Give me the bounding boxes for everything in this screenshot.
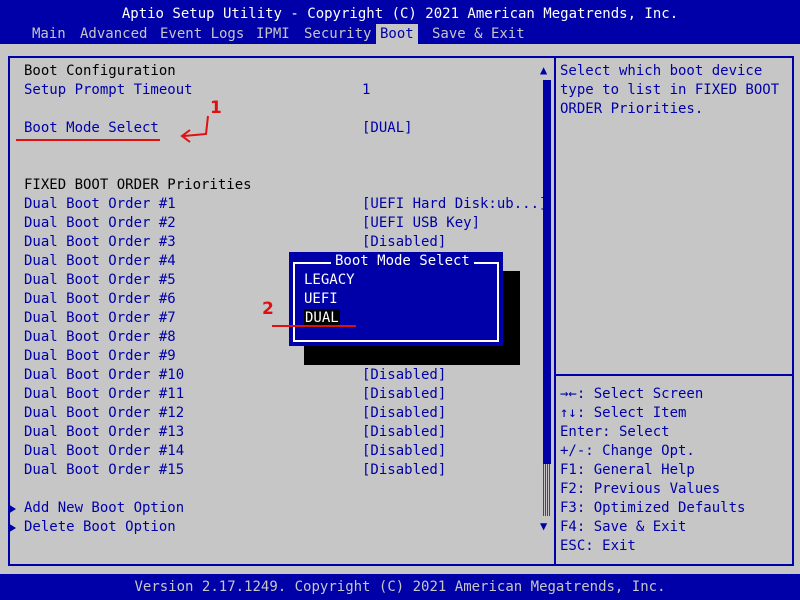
submenu-arrow-icon [8, 504, 16, 514]
tab-ipmi[interactable]: IPMI [252, 24, 294, 44]
dual-boot-order-10-label[interactable]: Dual Boot Order #10 [24, 366, 184, 385]
annotation-underline-2 [272, 325, 356, 327]
option-legacy[interactable]: LEGACY [304, 271, 355, 290]
key-help-enter: Enter: Select [560, 424, 670, 440]
version-footer: Version 2.17.1249. Copyright (C) 2021 Am… [0, 574, 800, 600]
key-help-previous-values: F2: Previous Values [560, 481, 721, 497]
app-title: Aptio Setup Utility - Copyright (C) 2021… [121, 6, 679, 22]
dual-boot-order-12-label[interactable]: Dual Boot Order #12 [24, 404, 184, 423]
tab-boot[interactable]: Boot [376, 24, 418, 44]
dual-boot-order-13-value[interactable]: [Disabled] [362, 423, 446, 442]
key-help-save-exit: F4: Save & Exit [560, 519, 687, 535]
dual-boot-order-14-value[interactable]: [Disabled] [362, 442, 446, 461]
item-help-text: Select which boot device type to list in… [560, 63, 780, 117]
dual-boot-order-12-value[interactable]: [Disabled] [362, 404, 446, 423]
help-divider [556, 374, 792, 376]
key-help-esc: ESC: Exit [560, 538, 636, 554]
dual-boot-order-4-label[interactable]: Dual Boot Order #4 [24, 252, 176, 271]
boot-mode-select-label[interactable]: Boot Mode Select [24, 119, 159, 138]
tab-main[interactable]: Main [28, 24, 70, 44]
dual-boot-order-7-label[interactable]: Dual Boot Order #7 [24, 309, 176, 328]
dual-boot-order-10-value[interactable]: [Disabled] [362, 366, 446, 385]
dual-boot-order-2-label[interactable]: Dual Boot Order #2 [24, 214, 176, 233]
tab-event-logs[interactable]: Event Logs [156, 24, 248, 44]
key-help-select-item: ↑↓: Select Item [560, 405, 687, 421]
tab-advanced[interactable]: Advanced [76, 24, 151, 44]
dual-boot-order-14-label[interactable]: Dual Boot Order #14 [24, 442, 184, 461]
dual-boot-order-13-label[interactable]: Dual Boot Order #13 [24, 423, 184, 442]
dual-boot-order-5-label[interactable]: Dual Boot Order #5 [24, 271, 176, 290]
menu-bar: Main Advanced Event Logs IPMI Security B… [0, 24, 800, 44]
scrollbar-track[interactable] [543, 464, 551, 516]
dual-boot-order-15-label[interactable]: Dual Boot Order #15 [24, 461, 184, 480]
dual-boot-order-11-label[interactable]: Dual Boot Order #11 [24, 385, 184, 404]
dual-boot-order-11-value[interactable]: [Disabled] [362, 385, 446, 404]
key-help-list: →←: Select Screen ↑↓: Select Item Enter:… [560, 385, 792, 556]
dual-boot-order-1-label[interactable]: Dual Boot Order #1 [24, 195, 176, 214]
dual-boot-order-6-label[interactable]: Dual Boot Order #6 [24, 290, 176, 309]
annotation-arrow-icon [180, 115, 209, 143]
boot-mode-select-popup: Boot Mode Select LEGACY UEFI DUAL [289, 252, 503, 346]
fixed-boot-order-heading: FIXED BOOT ORDER Priorities [24, 177, 252, 193]
delete-boot-option-link[interactable]: Delete Boot Option [24, 518, 176, 537]
dual-boot-order-1-value[interactable]: [UEFI Hard Disk:ub...] [362, 195, 547, 214]
setup-prompt-timeout-label[interactable]: Setup Prompt Timeout [24, 81, 193, 100]
dual-boot-order-15-value[interactable]: [Disabled] [362, 461, 446, 480]
tab-security[interactable]: Security [300, 24, 375, 44]
dual-boot-order-3-label[interactable]: Dual Boot Order #3 [24, 233, 176, 252]
scroll-down-icon[interactable]: ▼ [540, 520, 547, 532]
key-help-general-help: F1: General Help [560, 462, 695, 478]
submenu-arrow-icon [8, 523, 16, 533]
popup-title: Boot Mode Select [331, 252, 474, 271]
dual-boot-order-9-label[interactable]: Dual Boot Order #9 [24, 347, 176, 366]
option-uefi[interactable]: UEFI [304, 290, 338, 309]
key-help-select-screen: →←: Select Screen [560, 386, 704, 402]
scrollbar-thumb[interactable] [543, 80, 551, 464]
title-bar: Aptio Setup Utility - Copyright (C) 2021… [0, 0, 800, 27]
annotation-number-2: 2 [262, 299, 274, 319]
key-help-change-opt: +/-: Change Opt. [560, 443, 695, 459]
tab-save-exit[interactable]: Save & Exit [428, 24, 529, 44]
dual-boot-order-3-value[interactable]: [Disabled] [362, 233, 446, 252]
dual-boot-order-2-value[interactable]: [UEFI USB Key] [362, 214, 480, 233]
dual-boot-order-8-label[interactable]: Dual Boot Order #8 [24, 328, 176, 347]
add-new-boot-option-link[interactable]: Add New Boot Option [24, 499, 184, 518]
boot-mode-select-value[interactable]: [DUAL] [362, 119, 413, 138]
scroll-up-icon[interactable]: ▲ [540, 64, 547, 76]
key-help-optimized-defaults: F3: Optimized Defaults [560, 500, 746, 516]
setup-prompt-timeout-value[interactable]: 1 [362, 81, 370, 100]
boot-configuration-heading: Boot Configuration [24, 63, 176, 79]
annotation-underline-1 [16, 139, 160, 141]
